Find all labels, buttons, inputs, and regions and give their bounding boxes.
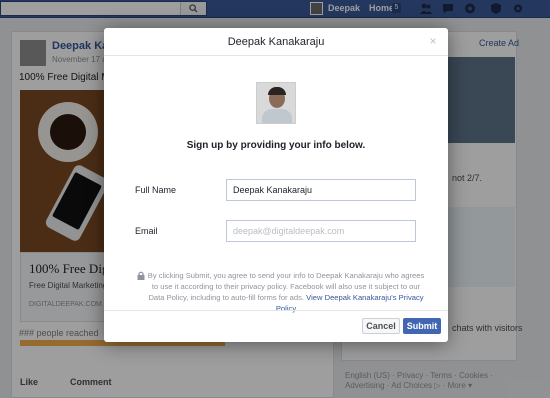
email-field[interactable] [226,220,416,242]
submit-button[interactable]: Submit [403,318,441,334]
email-label: Email [135,226,158,236]
privacy-disclaimer: By clicking Submit, you agree to send yo… [147,270,425,314]
profile-picture-body [262,109,292,123]
profile-picture-hair [268,87,286,95]
lead-form-dialog: Deepak Kanakaraju × Sign up by providing… [104,28,448,342]
form-heading: Sign up by providing your info below. [186,140,366,151]
dialog-header: Deepak Kanakaraju × [104,28,448,56]
full-name-label: Full Name [135,185,177,195]
profile-picture [256,82,296,124]
close-icon[interactable]: × [426,34,440,48]
full-name-field[interactable] [226,179,416,201]
dialog-title: Deepak Kanakaraju [227,36,325,48]
lock-icon [137,271,145,280]
cancel-button[interactable]: Cancel [362,318,400,334]
